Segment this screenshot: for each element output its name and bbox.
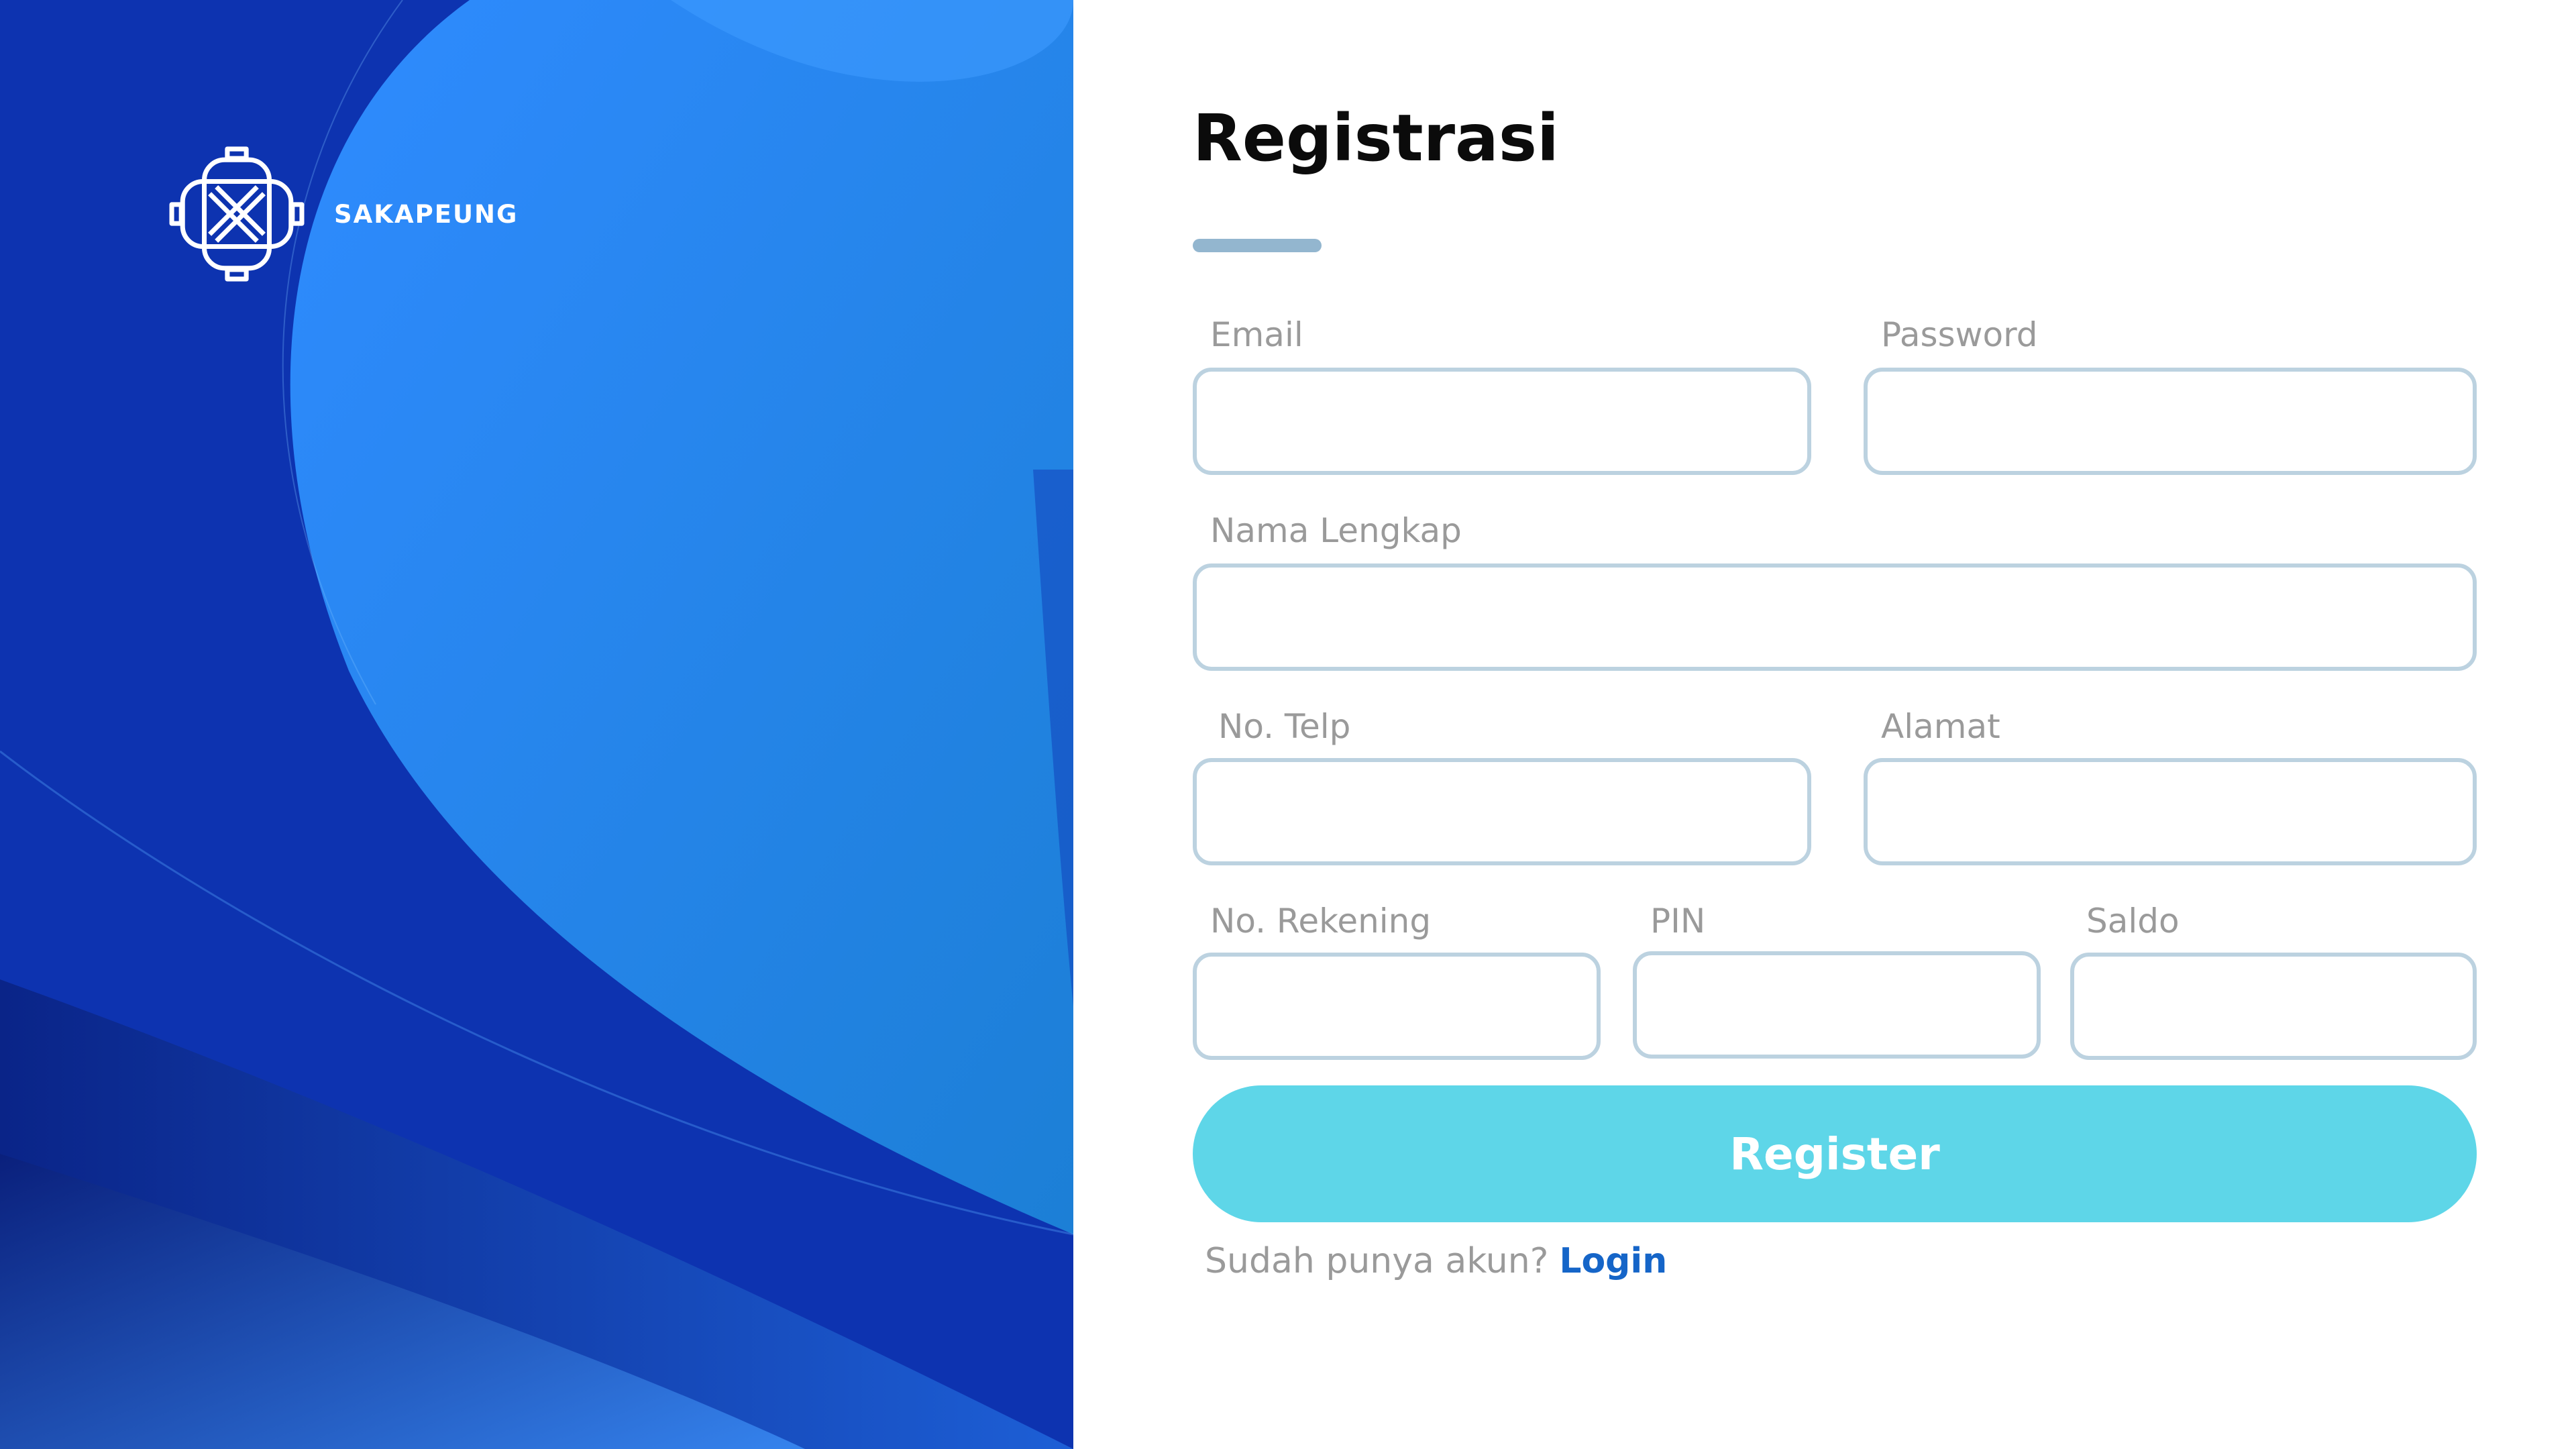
no-telp-field[interactable] [1193,758,1811,865]
nama-lengkap-label: Nama Lengkap [1210,511,1462,550]
hero-panel: SAKAPEUNG [0,0,1073,1449]
sakapeung-logo-icon [169,146,305,282]
pin-field[interactable] [1633,951,2041,1059]
login-prompt-text: Sudah punya akun? [1205,1241,1549,1281]
hero-background-waves [0,0,1073,1449]
register-button[interactable]: Register [1193,1085,2477,1222]
no-rekening-field[interactable] [1193,953,1601,1060]
no-telp-label: No. Telp [1218,707,1351,746]
email-label: Email [1210,315,1303,354]
title-underline [1193,239,1322,252]
password-label: Password [1881,315,2038,354]
email-field[interactable] [1193,368,1811,475]
no-rekening-label: No. Rekening [1210,902,1432,941]
page-title: Registrasi [1193,101,1559,176]
brand: SAKAPEUNG [169,146,518,282]
brand-name: SAKAPEUNG [334,199,519,229]
password-field[interactable] [1864,368,2477,475]
nama-lengkap-field[interactable] [1193,564,2477,671]
alamat-field[interactable] [1864,758,2477,865]
saldo-field[interactable] [2070,953,2477,1060]
saldo-label: Saldo [2086,902,2180,941]
pin-label: PIN [1650,902,1706,941]
login-link[interactable]: Login [1559,1241,1667,1281]
alamat-label: Alamat [1881,707,2000,746]
login-prompt: Sudah punya akun? Login [1205,1241,1667,1281]
registration-panel: Registrasi Email Password Nama Lengkap N… [1073,0,2576,1449]
